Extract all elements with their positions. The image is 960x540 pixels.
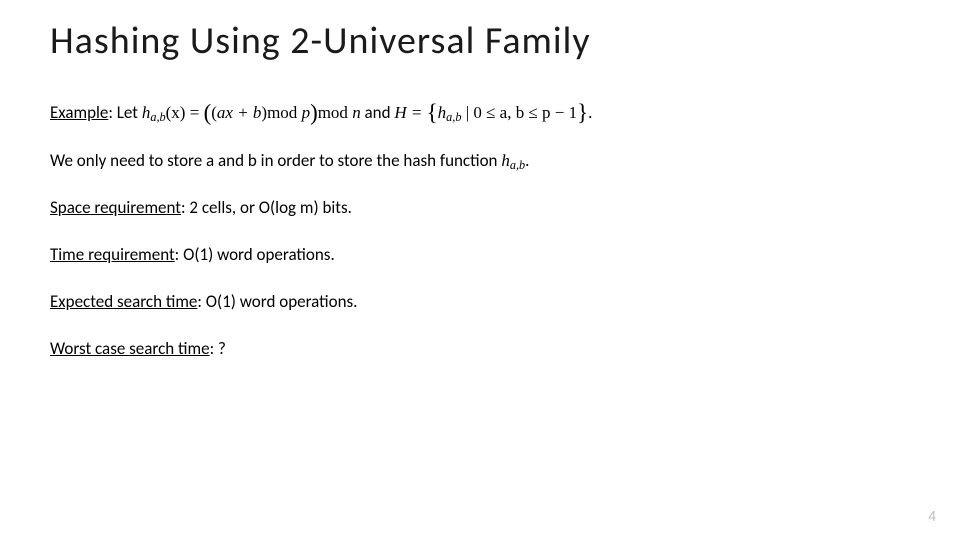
set-cond: | 0 ≤ a, b ≤ p − 1 xyxy=(461,103,577,122)
worst-label: Worst case search time xyxy=(50,338,210,359)
example-line: Example: Let ha,b(x) = ((ax + b)mod p)mo… xyxy=(50,102,910,126)
time-line: Time requirement: O(1) word operations. xyxy=(50,244,910,267)
expected-line: Expected search time: O(1) word operatio… xyxy=(50,291,910,314)
lbrace: { xyxy=(427,100,438,125)
worst-text: : ? xyxy=(210,338,226,359)
time-label: Time requirement xyxy=(50,244,175,265)
store-line: We only need to store a and b in order t… xyxy=(50,150,910,174)
rbrace: } xyxy=(577,100,588,125)
store-h: h xyxy=(501,151,510,170)
let-text: Let xyxy=(117,102,142,123)
and-text: and xyxy=(361,102,395,123)
slide-body: Example: Let ha,b(x) = ((ax + b)mod p)mo… xyxy=(50,102,910,385)
math-sub-ab: a,b xyxy=(150,110,165,124)
expected-label: Expected search time xyxy=(50,291,197,312)
mod1: mod xyxy=(267,103,301,122)
math-h2: h xyxy=(438,103,447,122)
example-label: Example xyxy=(50,102,108,123)
expected-text: : O(1) word operations. xyxy=(197,291,357,312)
big-rparen: ) xyxy=(310,100,318,125)
slide: Hashing Using 2-Universal Family Example… xyxy=(0,0,960,540)
space-text: : 2 cells, or O(log m) bits. xyxy=(181,197,352,218)
time-text: : O(1) word operations. xyxy=(175,244,335,265)
page-number: 4 xyxy=(928,508,936,526)
space-line: Space requirement: 2 cells, or O(log m) … xyxy=(50,197,910,220)
slide-title: Hashing Using 2-Universal Family xyxy=(50,18,591,64)
store-post: . xyxy=(525,150,529,171)
store-sub: a,b xyxy=(510,158,525,172)
space-label: Space requirement xyxy=(50,197,181,218)
math-sub-ab2: a,b xyxy=(446,110,461,124)
math-xeq: (x) = xyxy=(166,103,204,122)
math-H: H = xyxy=(394,103,426,122)
math-p: p xyxy=(302,103,311,122)
colon: : xyxy=(108,102,116,123)
math-axb: ax + b xyxy=(217,103,262,122)
store-text: We only need to store a and b in order t… xyxy=(50,150,501,171)
period: . xyxy=(588,102,592,123)
math-n: n xyxy=(352,103,361,122)
mod2: mod xyxy=(318,103,352,122)
worst-line: Worst case search time: ? xyxy=(50,338,910,361)
